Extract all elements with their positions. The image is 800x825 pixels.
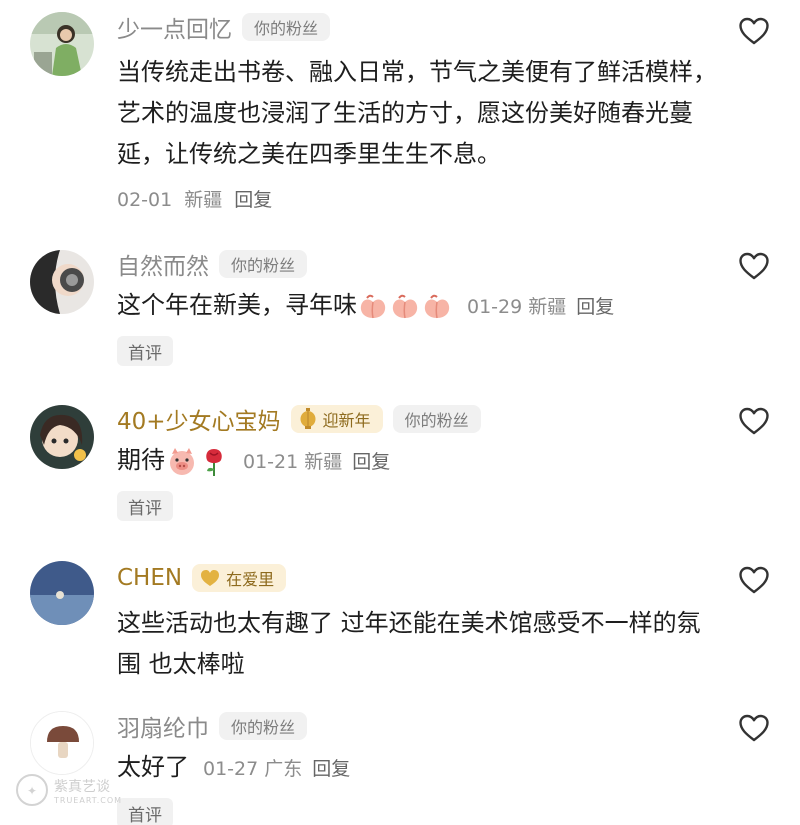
avatar[interactable]: [30, 561, 94, 625]
peach-emoji: [360, 294, 386, 319]
comment-text: 期待: [117, 446, 165, 474]
comment-text: 这些活动也太有趣了 过年还能在美术馆感受不一样的氛围 也太棒啦: [117, 609, 701, 678]
avatar[interactable]: [30, 405, 94, 469]
reply-button[interactable]: 回复: [312, 758, 350, 780]
comment-text-line: 太好了 01-27 广东 回复: [117, 747, 720, 790]
avatar[interactable]: [30, 711, 94, 775]
watermark-subtext: TRUEART.COM: [54, 795, 123, 805]
comment-date: 01-29: [467, 296, 523, 318]
comment-date: 01-21: [243, 451, 299, 473]
badge-label: 迎新年: [322, 411, 371, 430]
svg-text:✦: ✦: [27, 784, 37, 798]
fan-tag: 你的粉丝: [242, 13, 331, 41]
first-comment-tag: 首评: [117, 336, 173, 366]
like-heart-icon[interactable]: [738, 251, 770, 281]
watermark-text: 紫真艺谈: [54, 778, 110, 795]
like-heart-icon[interactable]: [738, 565, 770, 595]
username[interactable]: CHEN: [117, 565, 182, 591]
pig-emoji: [170, 448, 194, 475]
badge-label: 在爱里: [226, 570, 275, 589]
comment-location: 广东: [264, 758, 303, 780]
comment-location: 新疆: [528, 296, 567, 318]
username[interactable]: 羽扇纶巾: [117, 709, 209, 743]
avatar[interactable]: [30, 250, 94, 314]
comment-meta: 01-27 广东 回复: [203, 758, 350, 780]
comment-text: 太好了: [117, 753, 189, 781]
comment-meta: 01-29 新疆 回复: [467, 296, 614, 318]
comment-location: 新疆: [304, 451, 343, 473]
fan-tag: 你的粉丝: [392, 405, 481, 433]
fan-tag: 你的粉丝: [219, 712, 308, 740]
username[interactable]: 少一点回忆: [117, 10, 232, 44]
first-comment-tag: 首评: [117, 491, 173, 521]
comment-text: 当传统走出书卷、融入日常，节气之美便有了鲜活模样，艺术的温度也浸润了生活的方寸，…: [117, 58, 717, 168]
like-heart-icon[interactable]: [738, 406, 770, 436]
first-comment-tag: 首评: [117, 798, 173, 825]
peach-emoji: [392, 294, 418, 319]
rose-emoji: [206, 449, 222, 476]
reply-button[interactable]: 回复: [576, 296, 614, 318]
reply-button[interactable]: 回复: [234, 189, 272, 211]
comment-text-line: 这个年在新美，寻年味 01-29 新疆 回复: [117, 285, 720, 328]
username[interactable]: 自然而然: [117, 247, 209, 281]
comment-meta: 01-21 新疆 回复: [243, 451, 390, 473]
comment-date: 01-27: [203, 758, 259, 780]
reply-button[interactable]: 回复: [352, 451, 390, 473]
watermark-logo-icon: ✦: [16, 774, 48, 806]
avatar[interactable]: [30, 12, 94, 76]
new-year-badge: 迎新年: [290, 405, 383, 433]
love-badge: 在爱里: [192, 564, 287, 592]
comment-text: 这个年在新美，寻年味: [117, 291, 357, 319]
like-heart-icon[interactable]: [738, 713, 770, 743]
comment-date: 02-01: [117, 189, 173, 211]
comment-location: 新疆: [184, 189, 223, 211]
like-heart-icon[interactable]: [738, 16, 770, 46]
heart-badge-icon: [200, 569, 220, 587]
peach-emoji: [424, 294, 450, 319]
comment-text-line: 期待 01-21 新疆 回复: [117, 440, 720, 483]
comment-meta: 02-01 新疆 回复: [117, 185, 720, 212]
fan-tag: 你的粉丝: [219, 250, 308, 278]
lantern-icon: [299, 408, 317, 430]
username[interactable]: 40+少女心宝妈: [117, 402, 281, 436]
watermark: ✦ 紫真艺谈 TRUEART.COM: [14, 772, 122, 808]
